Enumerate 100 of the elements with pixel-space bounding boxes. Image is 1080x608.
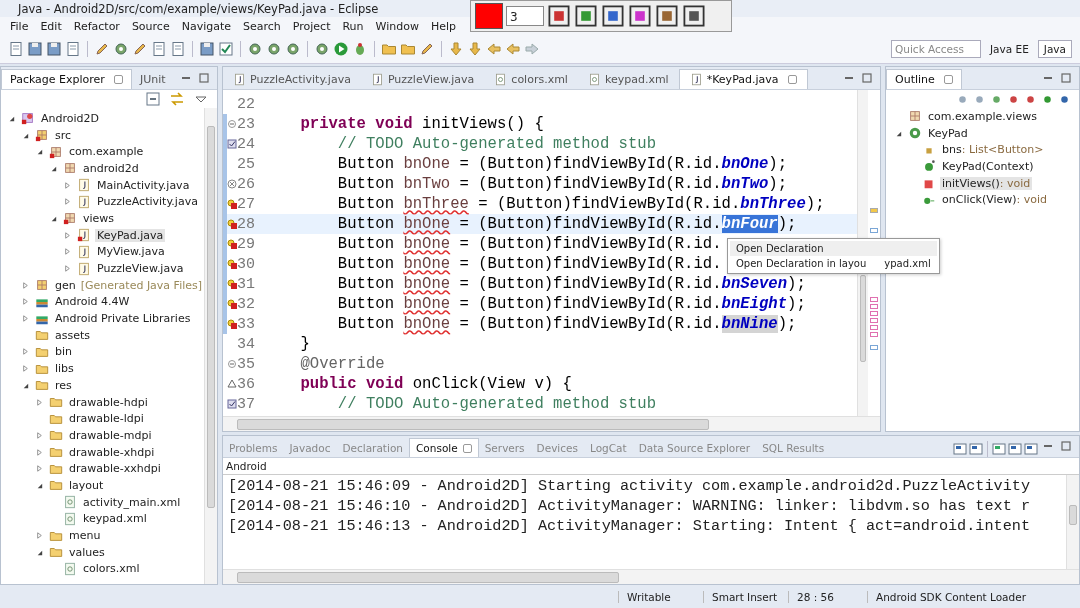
folder-icon[interactable] xyxy=(400,41,416,57)
overview-marker[interactable] xyxy=(870,304,878,309)
overview-marker[interactable] xyxy=(870,345,878,350)
perspective-button[interactable]: Java xyxy=(1037,40,1072,58)
view-tab[interactable]: Console xyxy=(409,438,479,457)
scrollbar[interactable] xyxy=(223,416,880,431)
tree-item[interactable]: menu xyxy=(67,529,103,543)
menu-bar-item[interactable]: File xyxy=(4,19,35,33)
tree-item[interactable]: PuzzleView.java xyxy=(95,262,186,276)
overview-marker[interactable] xyxy=(870,297,878,302)
scrollbar[interactable] xyxy=(204,108,217,584)
tree-item[interactable]: drawable-xxhdpi xyxy=(67,462,163,476)
overview-marker[interactable] xyxy=(870,228,878,233)
console-option-icon[interactable] xyxy=(1007,441,1023,457)
tree-item[interactable]: layout xyxy=(67,478,106,492)
quick-fix-icon[interactable] xyxy=(227,259,237,269)
tree-item[interactable]: values xyxy=(67,545,107,559)
tree-item[interactable]: android2d xyxy=(81,161,141,175)
tree-item[interactable]: MyView.java xyxy=(95,245,167,259)
tree-item[interactable]: activity_main.xml xyxy=(81,495,183,509)
maximize-icon[interactable] xyxy=(1060,72,1072,84)
popup-item[interactable]: Open Declaration xyxy=(730,241,937,256)
outline-item[interactable]: com.example.views xyxy=(926,109,1039,123)
page-icon[interactable] xyxy=(170,41,186,57)
editor-tab[interactable]: keypad.xml xyxy=(577,70,679,89)
collapsed-arrow-icon[interactable] xyxy=(35,464,44,474)
quick-fix-icon[interactable] xyxy=(227,299,237,309)
pen-width-field[interactable]: 3 xyxy=(506,6,544,26)
overview-marker[interactable] xyxy=(870,208,878,213)
tree-item[interactable]: src xyxy=(53,128,74,142)
play-icon[interactable] xyxy=(333,41,349,57)
expanded-arrow-icon[interactable] xyxy=(35,147,44,157)
collapsed-arrow-icon[interactable] xyxy=(21,364,30,374)
outline-item[interactable]: KeyPad(Context) xyxy=(940,159,1036,173)
menu-bar-item[interactable]: Edit xyxy=(34,19,68,33)
pencil-icon[interactable] xyxy=(132,41,148,57)
tool-icon[interactable] xyxy=(628,4,652,28)
page-icon[interactable] xyxy=(151,41,167,57)
maximize-icon[interactable] xyxy=(1060,440,1072,452)
collapsed-arrow-icon[interactable] xyxy=(35,531,44,541)
outline-item[interactable]: onClick(View): void xyxy=(940,193,1050,207)
collapsed-arrow-icon[interactable] xyxy=(63,264,72,274)
tree-item[interactable]: Android2D xyxy=(39,111,101,125)
menu-bar-item[interactable]: Run xyxy=(336,19,370,33)
fold-icon[interactable] xyxy=(227,359,237,369)
fold-icon[interactable] xyxy=(227,119,237,129)
popup-item[interactable]: Open Declaration in layou ypad.xml xyxy=(730,256,937,271)
tree-item[interactable]: libs xyxy=(53,362,76,376)
menu-bar-item[interactable]: Search xyxy=(237,19,287,33)
console-option-icon[interactable] xyxy=(952,441,968,457)
tree-item[interactable]: drawable-xhdpi xyxy=(67,445,157,459)
tree-item[interactable]: keypad.xml xyxy=(81,512,149,526)
view-tab[interactable]: JUnit xyxy=(131,70,174,89)
collapsed-arrow-icon[interactable] xyxy=(21,347,30,357)
collapsed-arrow-icon[interactable] xyxy=(63,180,72,190)
editor-tab[interactable]: PuzzleActivity.java xyxy=(223,70,361,89)
tool-icon[interactable] xyxy=(655,4,679,28)
tree-item[interactable]: colors.xml xyxy=(81,562,142,576)
menu-bar-item[interactable]: Help xyxy=(424,19,462,33)
arrow-left-icon[interactable] xyxy=(486,41,502,57)
tree-item[interactable]: PuzzleActivity.java xyxy=(95,195,200,209)
tool-icon[interactable] xyxy=(601,4,625,28)
tree-item[interactable]: KeyPad.java xyxy=(95,228,166,242)
pencil-icon[interactable] xyxy=(419,41,435,57)
collapsed-arrow-icon[interactable] xyxy=(21,297,30,307)
collapsed-arrow-icon[interactable] xyxy=(21,280,30,290)
tree-item[interactable]: com.example xyxy=(67,145,146,159)
editor-tab[interactable]: *KeyPad.java xyxy=(678,69,808,89)
folder-icon[interactable] xyxy=(381,41,397,57)
pencil-icon[interactable] xyxy=(94,41,110,57)
arrow-left-icon[interactable] xyxy=(505,41,521,57)
tree-item[interactable]: Android 4.4W xyxy=(53,295,132,309)
menu-bar-item[interactable]: Navigate xyxy=(175,19,237,33)
collapsed-arrow-icon[interactable] xyxy=(21,314,30,324)
arrow-down-icon[interactable] xyxy=(448,41,464,57)
collapsed-arrow-icon[interactable] xyxy=(35,397,44,407)
tree-item[interactable]: assets xyxy=(53,328,92,342)
arrow-down-icon[interactable] xyxy=(467,41,483,57)
outline-item[interactable]: initViews(): void xyxy=(940,176,1033,190)
editor-tab[interactable]: PuzzleView.java xyxy=(360,70,485,89)
page-icon[interactable] xyxy=(8,41,24,57)
console-option-icon[interactable] xyxy=(968,441,984,457)
tree-item[interactable]: drawable-mdpi xyxy=(67,428,154,442)
color-swatch[interactable] xyxy=(475,3,503,29)
tool-icon[interactable] xyxy=(682,4,706,28)
tree-item[interactable]: drawable-ldpi xyxy=(67,412,146,426)
tree-item[interactable]: drawable-hdpi xyxy=(67,395,150,409)
check-icon[interactable] xyxy=(218,41,234,57)
overview-marker[interactable] xyxy=(870,325,878,330)
quick-fix-icon[interactable] xyxy=(227,319,237,329)
tree-item[interactable]: bin xyxy=(53,345,74,359)
menu-bar-item[interactable]: Refactor xyxy=(67,19,126,33)
menu-bar-item[interactable]: Window xyxy=(369,19,425,33)
view-tab[interactable]: Package Explorer xyxy=(1,69,132,89)
console-option-icon[interactable] xyxy=(1023,441,1039,457)
quick-fix-icon[interactable] xyxy=(227,219,237,229)
collapsed-arrow-icon[interactable] xyxy=(63,230,72,240)
tool-icon[interactable] xyxy=(547,4,571,28)
scrollbar[interactable] xyxy=(1066,475,1079,569)
tool-icon[interactable] xyxy=(574,4,598,28)
